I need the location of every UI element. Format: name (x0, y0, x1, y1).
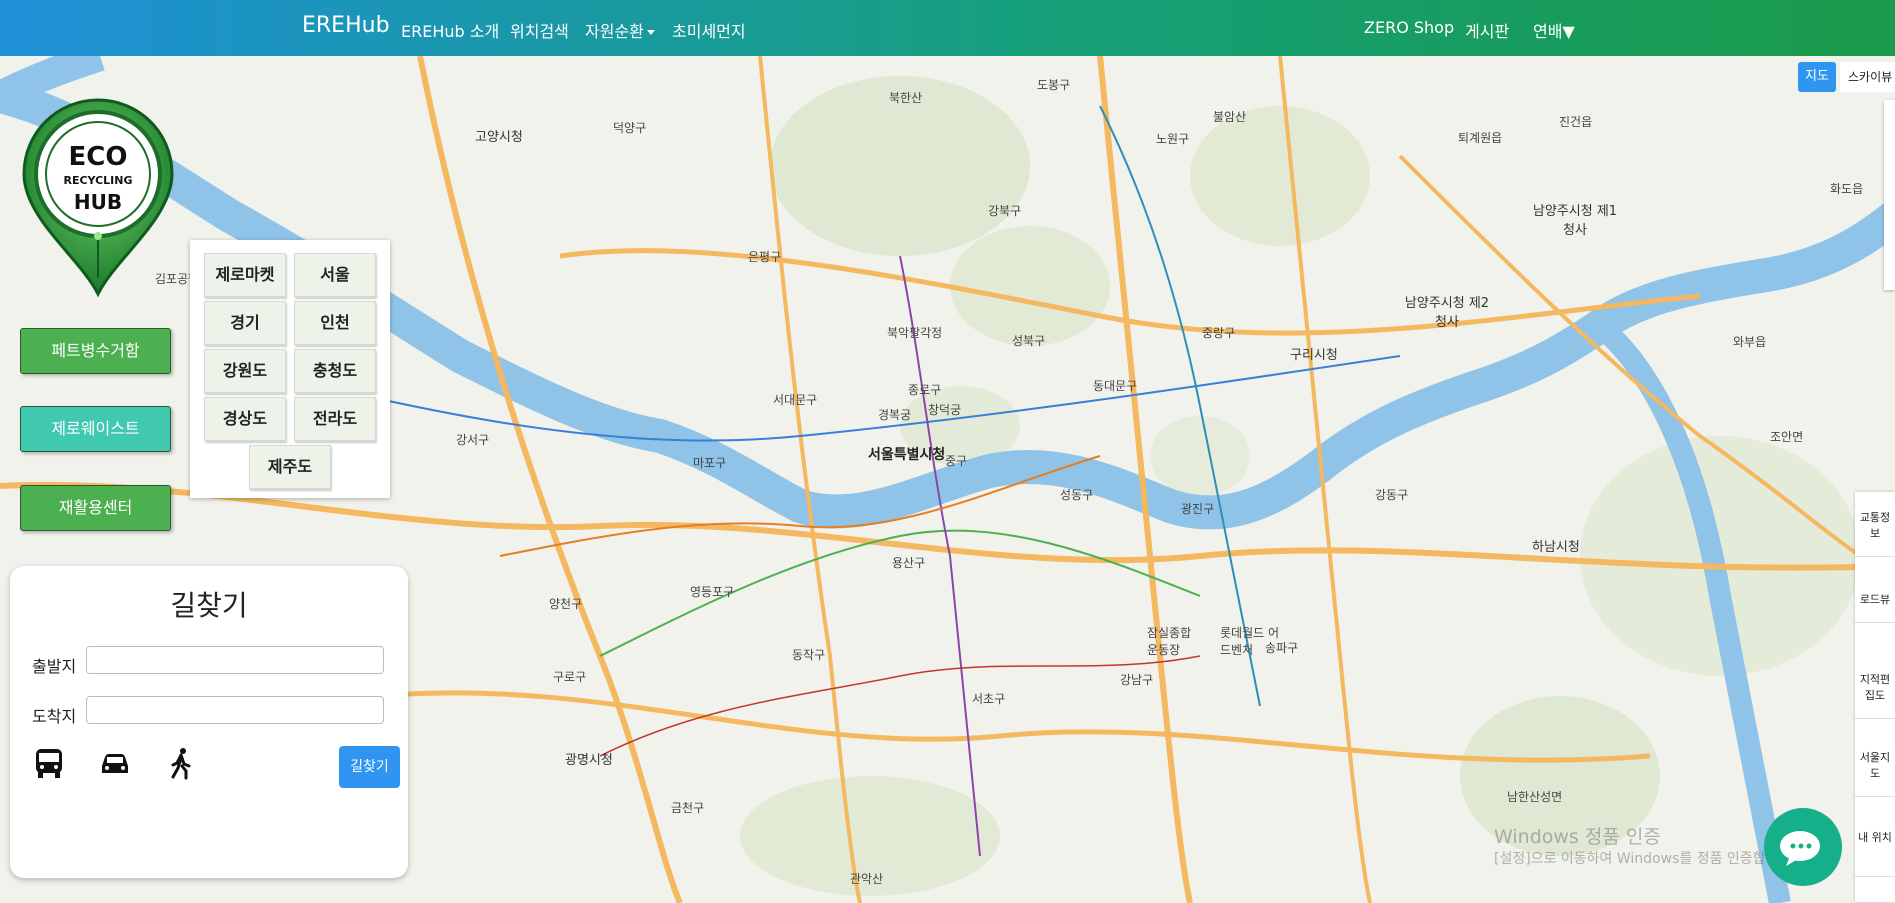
map-label: 광명시청 (565, 753, 613, 768)
recycling-center-button[interactable]: 재활용센터 (20, 485, 171, 531)
map-type-map-button[interactable]: 지도 (1798, 62, 1836, 92)
map-label: 용산구 (892, 556, 926, 570)
brand-logo-text[interactable]: EREHub (302, 13, 390, 38)
eco-recycling-hub-logo: ECO RECYCLING HUB (20, 98, 176, 298)
map-label: 도봉구 (1037, 78, 1071, 92)
map-label: 불암산 (1213, 110, 1247, 124)
map-label: 퇴계원읍 (1458, 131, 1503, 145)
map-label: 동작구 (792, 648, 826, 662)
find-route-button[interactable]: 길찾기 (339, 746, 400, 788)
nav-resource-label: 자원순환 (585, 22, 644, 41)
map-label: 경복궁 (878, 408, 912, 422)
map-label: 서대문구 (773, 393, 818, 407)
map-label: 북한산 (889, 91, 923, 105)
map-label: 종로구 (908, 383, 942, 397)
region-jeolla[interactable]: 전라도 (294, 397, 376, 441)
map-label: 강서구 (456, 433, 490, 447)
map-label: 남한산성면 (1507, 790, 1563, 804)
map-label: 롯데월드 어드벤처 (1220, 626, 1280, 657)
zoom-control[interactable] (1884, 100, 1895, 290)
map-label: 하남시청 (1532, 540, 1580, 555)
walk-icon[interactable] (164, 746, 198, 780)
nav-board[interactable]: 게시판 (1465, 18, 1509, 42)
map-label: 진건읍 (1559, 115, 1593, 129)
map-label: 마포구 (693, 456, 727, 470)
map-label: 동대문구 (1093, 379, 1138, 393)
region-gyeongsang[interactable]: 경상도 (204, 397, 286, 441)
region-filter-panel: 제로마켓 서울 경기 인천 강원도 충청도 경상도 전라도 제주도 (190, 240, 390, 498)
map-label: 관악산 (850, 872, 884, 886)
cadastral-map-button[interactable]: 지적편집도 (1855, 672, 1895, 719)
chevron-down-icon (646, 30, 655, 35)
map-label: 잠실종합운동장 (1147, 626, 1192, 657)
route-finder-panel: 길찾기 출발지 도착지 길찾기 (10, 566, 408, 878)
map-label: 구리시청 (1290, 348, 1338, 363)
windows-activation-watermark-text: [설정]으로 이동하여 Windows를 정품 인증합니다. (1494, 851, 1796, 867)
map-tools-panel: 교통정보 로드뷰 지적편집도 서울지도 내 위치 (1855, 492, 1895, 902)
map-label: 강동구 (1375, 488, 1409, 502)
map-label: 노원구 (1156, 132, 1190, 146)
map-label: 화도읍 (1830, 182, 1864, 196)
pet-bottle-collection-button[interactable]: 페트병수거함 (20, 328, 171, 374)
map-label: 남양주시청 제1청사 (1532, 204, 1618, 238)
logo-text-hub: HUB (73, 190, 123, 214)
region-jeju[interactable]: 제주도 (249, 445, 331, 489)
origin-label: 출발지 (32, 657, 77, 676)
chat-icon (1780, 831, 1820, 866)
windows-activation-watermark-title: Windows 정품 인증 (1494, 826, 1661, 848)
chat-button[interactable] (1764, 808, 1842, 886)
map-label: 덕양구 (613, 121, 647, 135)
region-seoul[interactable]: 서울 (294, 253, 376, 297)
logo-text-eco: ECO (68, 142, 128, 172)
map-label: 조안면 (1770, 430, 1804, 444)
map-label: 영등포구 (690, 585, 735, 599)
map-label: 광진구 (1181, 502, 1215, 516)
region-incheon[interactable]: 인천 (294, 301, 376, 345)
nav-user-menu[interactable]: 연배▼ (1533, 18, 1575, 42)
logo-text-recycling: RECYCLING (63, 174, 133, 187)
nav-fine-dust[interactable]: 초미세먼지 (672, 18, 746, 42)
map-label: 강남구 (1120, 673, 1154, 687)
map-label: 와부읍 (1733, 335, 1767, 349)
my-location-button[interactable]: 내 위치 (1855, 830, 1895, 877)
traffic-info-button[interactable]: 교통정보 (1855, 510, 1895, 557)
route-title: 길찾기 (170, 589, 248, 622)
roadview-button[interactable]: 로드뷰 (1855, 592, 1895, 623)
region-chungcheong[interactable]: 충청도 (294, 349, 376, 393)
map-label: 남양주시청 제2청사 (1404, 296, 1490, 330)
map-label: 창덕궁 (928, 403, 962, 417)
map-label: 양천구 (549, 597, 583, 611)
region-gyeonggi[interactable]: 경기 (204, 301, 286, 345)
map-label: 고양시청 (475, 130, 523, 145)
destination-input[interactable] (86, 696, 384, 724)
region-gangwon[interactable]: 강원도 (204, 349, 286, 393)
car-icon[interactable] (98, 746, 132, 780)
map-type-skyview-button[interactable]: 스카이뷰 (1840, 62, 1895, 92)
map-label: 구로구 (553, 670, 587, 684)
destination-label: 도착지 (32, 707, 77, 726)
nav-resource-dropdown[interactable]: 자원순환 (585, 18, 655, 42)
map-label: 성북구 (1012, 334, 1046, 348)
map-label: 강북구 (988, 204, 1022, 218)
map-label: 북악팔각정 (887, 326, 943, 340)
zero-waste-button[interactable]: 제로웨이스트 (20, 406, 171, 452)
map-label: 은평구 (748, 250, 782, 264)
map-label: 서초구 (972, 692, 1006, 706)
map-label: 중랑구 (1202, 326, 1236, 340)
nav-about[interactable]: EREHub 소개 (401, 18, 499, 42)
origin-input[interactable] (86, 646, 384, 674)
nav-zero-shop[interactable]: ZERO Shop (1364, 18, 1454, 37)
seoul-map-button[interactable]: 서울지도 (1855, 750, 1895, 797)
region-zero-market[interactable]: 제로마켓 (204, 253, 286, 297)
top-navbar: EREHub EREHub 소개 위치검색 자원순환 초미세먼지 ZERO Sh… (0, 0, 1895, 56)
map-label: 중구 (945, 454, 968, 468)
map-label: 성동구 (1060, 488, 1094, 502)
nav-location-search[interactable]: 위치검색 (510, 18, 569, 42)
map-label: 서울특별시청 (868, 447, 946, 463)
bus-icon[interactable] (32, 746, 66, 780)
map-label: 금천구 (671, 801, 705, 815)
